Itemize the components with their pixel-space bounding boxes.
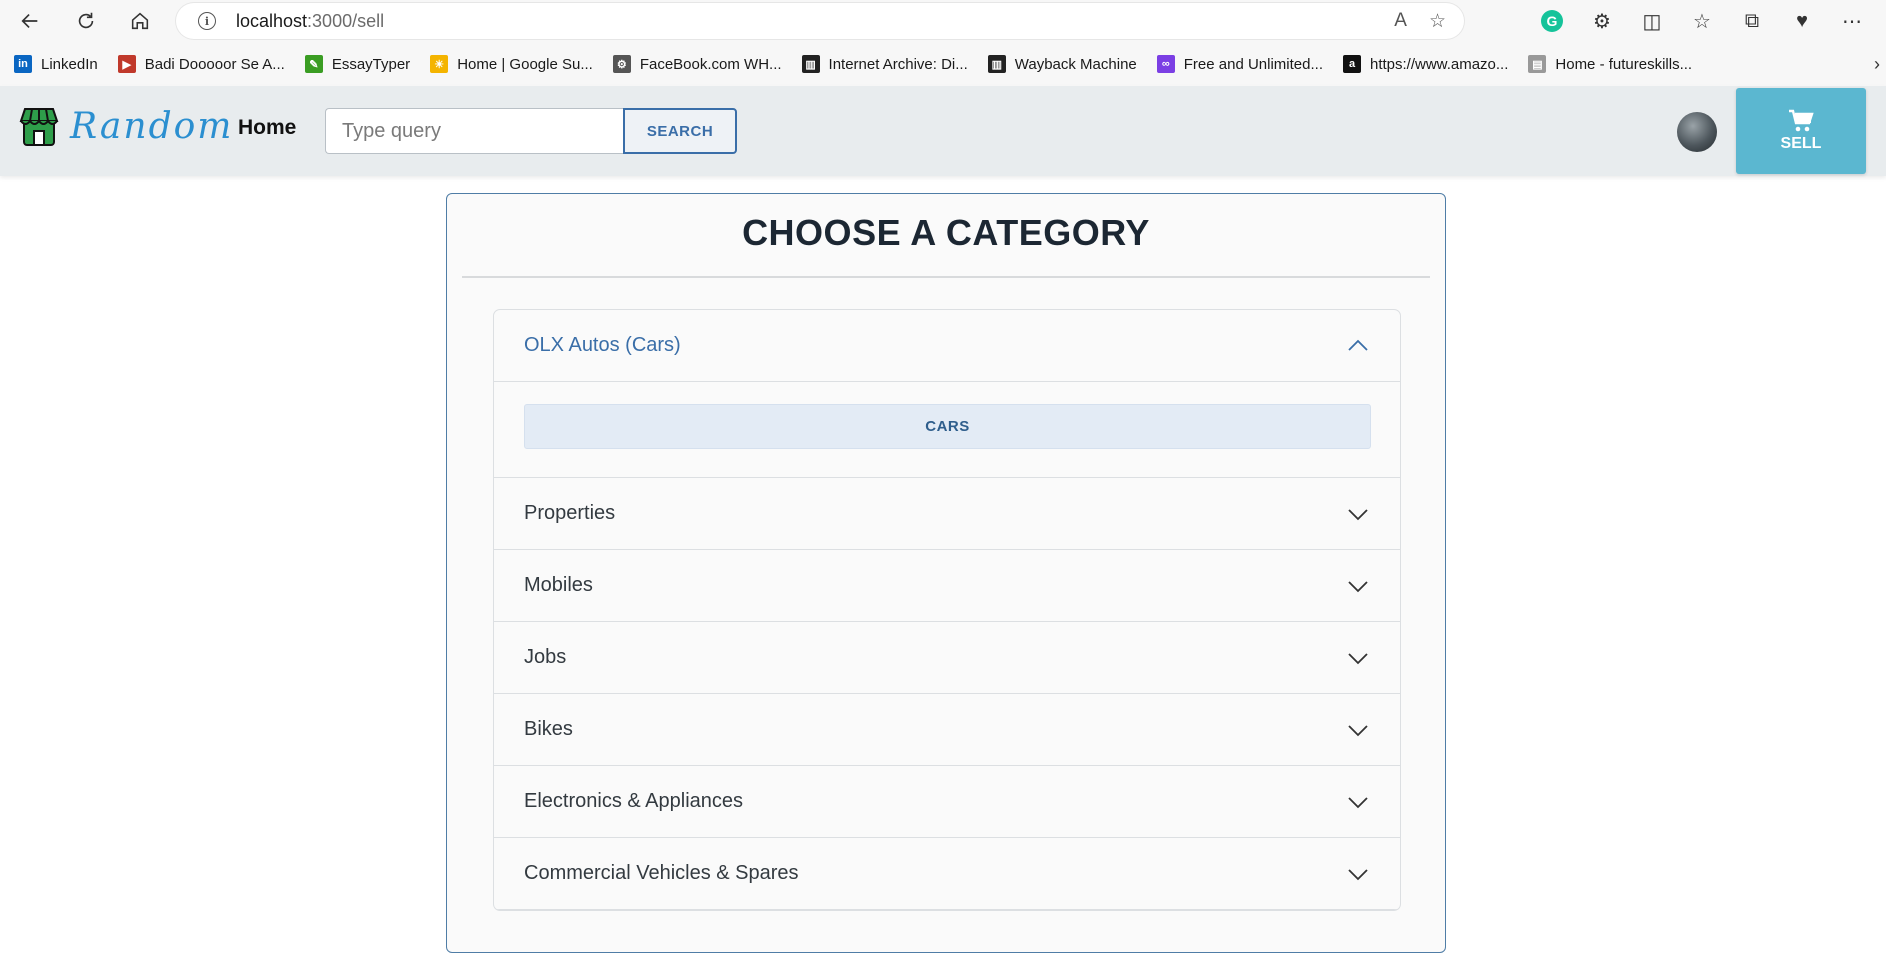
storefront-icon [19, 108, 59, 146]
bookmark-label: Internet Archive: Di... [828, 55, 968, 73]
pencil-icon: ✎ [304, 55, 323, 73]
chevron-down-icon [1348, 724, 1368, 736]
video-icon: ▶ [117, 55, 136, 73]
cart-icon [1789, 109, 1814, 132]
page-icon: ▤ [1528, 55, 1547, 73]
grammarly-extension-icon[interactable]: G [1538, 7, 1566, 35]
refresh-button[interactable] [66, 3, 106, 39]
bookmark-item[interactable]: ∞ Free and Unlimited... [1156, 55, 1323, 73]
chevron-down-icon [1348, 652, 1368, 664]
search-input[interactable] [325, 108, 623, 154]
category-label: Jobs [524, 646, 567, 668]
bookmark-item[interactable]: ▶ Badi Dooooor Se A... [117, 55, 285, 73]
more-menu-icon[interactable]: ⋯ [1838, 7, 1866, 35]
app-header: Random Home SEARCH SELL [0, 86, 1886, 176]
favorite-star-icon[interactable]: ☆ [1429, 10, 1446, 33]
read-aloud-icon[interactable]: A [1394, 10, 1407, 32]
bookmarks-bar: in LinkedIn ▶ Badi Dooooor Se A... ✎ EssayTyp… [0, 42, 1886, 86]
home-icon [131, 12, 149, 30]
browser-essentials-icon[interactable]: ♥ [1788, 7, 1816, 35]
bookmarks-overflow-icon[interactable]: › [1874, 54, 1880, 75]
amazon-icon: a [1343, 55, 1361, 73]
category-label: Commercial Vehicles & Spares [524, 862, 799, 884]
back-button[interactable] [10, 3, 50, 39]
bookmark-item[interactable]: in LinkedIn [14, 55, 98, 73]
accordion-header[interactable]: Commercial Vehicles & Spares [494, 838, 1400, 909]
archive-icon: ▥ [801, 55, 820, 73]
accordion-item: Commercial Vehicles & Spares [494, 838, 1400, 910]
chevron-down-icon [1348, 796, 1368, 808]
accordion-header[interactable]: Mobiles [494, 550, 1400, 621]
bookmark-label: Wayback Machine [1014, 55, 1137, 73]
accordion-header[interactable]: Jobs [494, 622, 1400, 693]
category-label: Properties [524, 502, 616, 524]
bookmark-item[interactable]: ▥ Wayback Machine [987, 55, 1137, 73]
linkedin-icon: in [14, 55, 32, 73]
accordion-item: Electronics & Appliances [494, 766, 1400, 838]
brand-name: Random [70, 105, 234, 147]
info-icon[interactable]: i [198, 12, 216, 30]
bookmark-label: Badi Dooooor Se A... [144, 55, 285, 73]
bookmark-label: LinkedIn [41, 55, 98, 73]
bookmark-item[interactable]: ▥ Internet Archive: Di... [801, 55, 968, 73]
category-card: CHOOSE A CATEGORY OLX Autos (Cars) CARS Pr… [446, 193, 1446, 953]
category-label: Mobiles [524, 574, 593, 596]
accordion-body: CARS [494, 381, 1400, 477]
arrow-left-icon [21, 13, 38, 29]
gear-icon: ⚙ [612, 55, 631, 73]
brand-logo[interactable]: Random [18, 105, 233, 147]
url-text[interactable]: localhost:3000/sell [236, 11, 384, 32]
accordion-header[interactable]: Properties [494, 478, 1400, 549]
extensions-icon[interactable]: ⚙ [1588, 7, 1616, 35]
chevron-down-icon [1348, 508, 1368, 520]
sell-label: SELL [1780, 135, 1822, 152]
accordion-header[interactable]: OLX Autos (Cars) [494, 310, 1400, 381]
accordion-item: Jobs [494, 622, 1400, 694]
bookmark-label: Free and Unlimited... [1183, 55, 1323, 73]
favorites-icon[interactable]: ☆ [1688, 7, 1716, 35]
bookmark-label: https://www.amazo... [1370, 55, 1509, 73]
accordion-header[interactable]: Bikes [494, 694, 1400, 765]
browser-toolbar: i localhost:3000/sell A ☆ G ⚙ ◫ ☆ ⧉ ♥ ⋯ [0, 0, 1886, 42]
sell-button[interactable]: SELL [1736, 88, 1866, 174]
refresh-icon [78, 12, 94, 29]
sun-icon: ☀ [430, 55, 449, 73]
accordion-header[interactable]: Electronics & Appliances [494, 766, 1400, 837]
accordion-item: OLX Autos (Cars) CARS [494, 310, 1400, 478]
category-label: OLX Autos (Cars) [524, 334, 681, 356]
accordion-item: Mobiles [494, 550, 1400, 622]
search-button[interactable]: SEARCH [623, 108, 737, 154]
chevron-up-icon [1348, 339, 1368, 351]
bookmark-label: Home | Google Su... [457, 55, 593, 73]
archive-icon: ▥ [987, 55, 1006, 73]
category-label: Bikes [524, 718, 573, 740]
divider [462, 276, 1430, 278]
infinity-icon: ∞ [1156, 55, 1175, 73]
category-label: Electronics & Appliances [524, 790, 744, 812]
bookmark-item[interactable]: ▤ Home - futureskills... [1528, 55, 1692, 73]
category-accordion: OLX Autos (Cars) CARS Properties Mobiles Job… [493, 309, 1401, 911]
bookmark-label: EssayTyper [331, 55, 411, 73]
address-bar[interactable]: i localhost:3000/sell A ☆ [176, 3, 1464, 39]
bookmark-label: Home - futureskills... [1555, 55, 1693, 73]
subcategory-button[interactable]: CARS [524, 404, 1371, 449]
chevron-down-icon [1348, 580, 1368, 592]
bookmark-item[interactable]: a https://www.amazo... [1343, 55, 1508, 73]
page-title: CHOOSE A CATEGORY [742, 212, 1150, 253]
bookmark-item[interactable]: ⚙ FaceBook.com WH... [612, 55, 782, 73]
accordion-item: Bikes [494, 694, 1400, 766]
accordion-item: Properties [494, 478, 1400, 550]
bookmark-label: FaceBook.com WH... [639, 55, 782, 73]
search-form: SEARCH [325, 108, 737, 154]
user-avatar[interactable] [1677, 112, 1717, 152]
nav-home-link[interactable]: Home [238, 116, 296, 140]
chevron-down-icon [1348, 868, 1368, 880]
home-button[interactable] [120, 3, 160, 39]
collections-icon[interactable]: ⧉ [1738, 7, 1766, 35]
split-screen-icon[interactable]: ◫ [1638, 7, 1666, 35]
bookmark-item[interactable]: ✎ EssayTyper [304, 55, 411, 73]
bookmark-item[interactable]: ☀ Home | Google Su... [430, 55, 593, 73]
